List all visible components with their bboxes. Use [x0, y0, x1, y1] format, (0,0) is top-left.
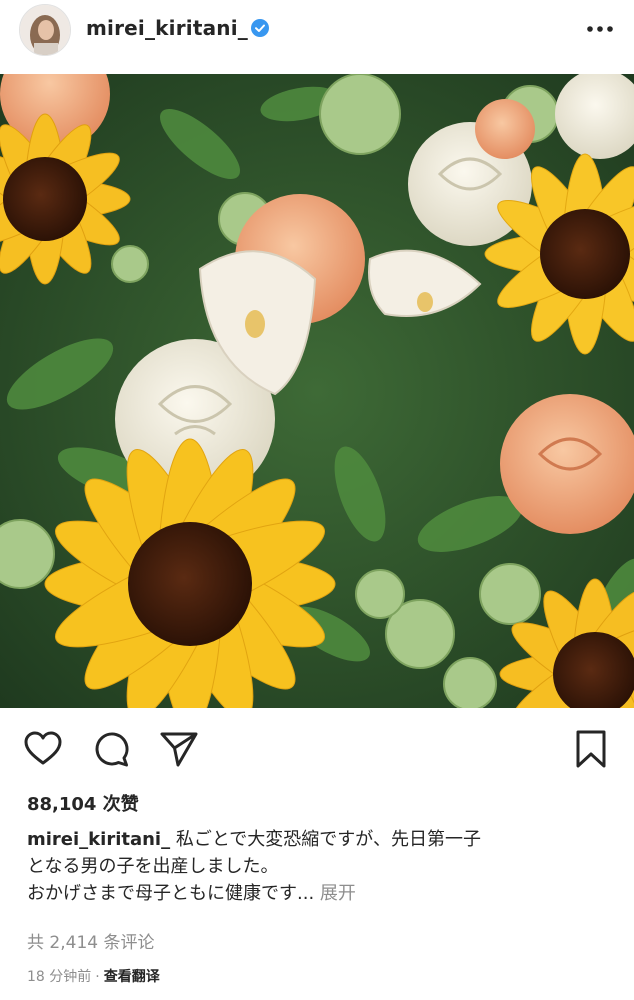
paper-plane-icon[interactable]: [158, 728, 200, 770]
post-caption: mirei_kiritani_ 私ごとで大変恐縮ですが、先日第一子 となる男の子…: [27, 826, 617, 907]
comment-icon[interactable]: [90, 728, 132, 770]
post-actions: [0, 718, 634, 780]
post-header: mirei_kiritani_: [0, 0, 634, 62]
verified-badge-icon: [251, 19, 269, 37]
caption-username[interactable]: mirei_kiritani_: [27, 829, 170, 850]
post-image[interactable]: [0, 74, 634, 708]
separator-dot: ·: [95, 969, 100, 985]
bookmark-icon[interactable]: [570, 728, 612, 770]
caption-line-1: mirei_kiritani_ 私ごとで大変恐縮ですが、先日第一子: [27, 826, 617, 853]
view-comments-link[interactable]: 共 2,414 条评论: [27, 928, 154, 953]
caption-text-2: となる男の子を出産しました。: [27, 856, 279, 877]
caption-text-1: 私ごとで大変恐縮ですが、先日第一子: [175, 829, 481, 850]
see-translation-link[interactable]: 查看翻译: [104, 969, 160, 985]
likes-count[interactable]: 88,104 次赞: [27, 790, 139, 816]
caption-line-3: おかげさまで母子ともに健康です... 展开: [27, 880, 617, 907]
avatar[interactable]: [19, 4, 71, 56]
post-meta: 18 分钟前 · 查看翻译: [27, 966, 160, 986]
post-time: 18 分钟前: [27, 969, 92, 985]
heart-icon[interactable]: [22, 728, 64, 770]
expand-caption-link[interactable]: 展开: [320, 883, 356, 904]
caption-text-3: おかげさまで母子ともに健康です...: [27, 883, 315, 904]
more-options-icon[interactable]: [585, 17, 615, 41]
username[interactable]: mirei_kiritani_: [86, 16, 248, 40]
